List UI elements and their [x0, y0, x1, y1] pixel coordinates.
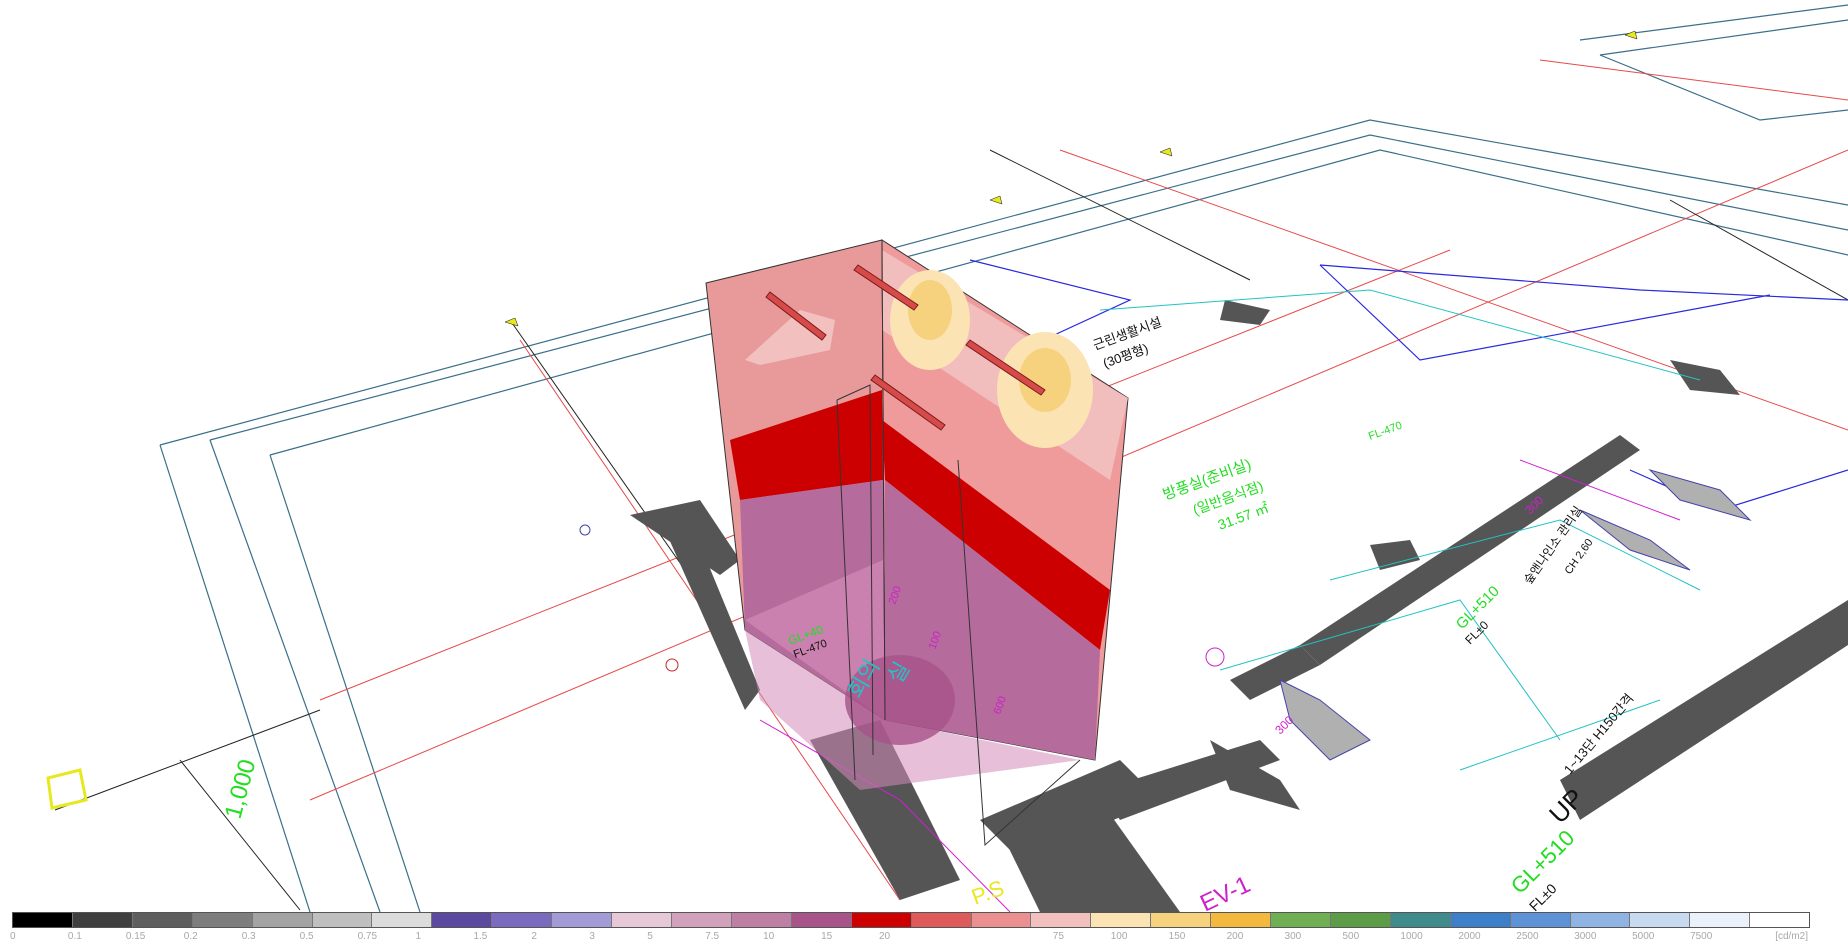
legend-tick: 7.5 — [705, 931, 720, 942]
ev-label: EV-1 — [1196, 871, 1255, 912]
legend-tick: 100 — [1110, 931, 1128, 942]
legend-tick: 0.15 — [125, 931, 146, 942]
legend-tick: 1.5 — [473, 931, 488, 942]
legend-swatch — [1091, 913, 1152, 927]
legend-unit: [cd/m2] — [1775, 931, 1808, 942]
legend-tick: 200 — [1226, 931, 1244, 942]
legend-tick: 0.5 — [299, 931, 314, 942]
legend-swatch — [911, 913, 972, 927]
legend-tick: 5 — [647, 931, 653, 942]
legend-swatch — [851, 913, 912, 927]
legend-tick: 0.2 — [183, 931, 198, 942]
legend-color-bar — [12, 912, 1810, 928]
legend-swatch — [1330, 913, 1391, 927]
legend-tick: 75 — [1052, 931, 1064, 942]
legend-swatch — [1510, 913, 1571, 927]
cad-scene: 방풍실(준비실) (일반음식점) 31.57 ㎡ 회의 실 숲앤나인소 관리실 … — [46, 4, 1848, 912]
render-viewport[interactable]: 방풍실(준비실) (일반음식점) 31.57 ㎡ 회의 실 숲앤나인소 관리실 … — [0, 0, 1848, 952]
legend-swatch — [1151, 913, 1212, 927]
yellow-mark — [46, 768, 88, 810]
legend-swatch — [971, 913, 1032, 927]
legend-swatch — [492, 913, 553, 927]
level-fl470b: FL-470 — [1367, 420, 1404, 443]
legend-tick: 2500 — [1516, 931, 1539, 942]
legend-swatch — [671, 913, 732, 927]
legend-swatch — [372, 913, 433, 927]
legend-swatch — [1450, 913, 1511, 927]
legend-swatch — [1630, 913, 1691, 927]
legend-tick: 7500 — [1690, 931, 1713, 942]
legend-swatch — [1031, 913, 1092, 927]
legend-swatch — [1390, 913, 1451, 927]
legend-tick: 0.1 — [67, 931, 82, 942]
legend-tick: 5000 — [1632, 931, 1655, 942]
legend-swatch — [132, 913, 193, 927]
legend-tick: 300 — [1284, 931, 1302, 942]
legend-swatch — [432, 913, 493, 927]
legend-tick: 3 — [589, 931, 595, 942]
dim-1000: 1,000 — [220, 757, 262, 822]
legend-tick: 10 — [763, 931, 775, 942]
legend-swatch — [252, 913, 313, 927]
legend-swatch — [192, 913, 253, 927]
legend-tick: 0.3 — [241, 931, 256, 942]
ps-label: P.S — [968, 875, 1007, 910]
legend-swatch — [1570, 913, 1631, 927]
legend-tick: 1000 — [1400, 931, 1423, 942]
legend-swatch — [552, 913, 613, 927]
legend-swatch — [791, 913, 852, 927]
legend-swatch — [1211, 913, 1272, 927]
legend-tick: 50 — [994, 931, 1006, 942]
legend-tick: 500 — [1342, 931, 1360, 942]
legend-tick-labels: 0 0.1 0.15 0.2 0.3 0.5 0.75 1 1.5 2 3 5 7.5 10 15 20 30 5… — [10, 931, 1810, 947]
legend-tick: 150 — [1168, 931, 1186, 942]
legend-swatch — [1750, 913, 1810, 927]
legend-tick: 2 — [531, 931, 537, 942]
legend-swatch — [312, 913, 373, 927]
room3-ch: CH 2,60 — [1563, 537, 1596, 577]
legend-swatch — [731, 913, 792, 927]
legend-swatch — [612, 913, 672, 927]
legend-tick: 0 — [10, 931, 16, 942]
legend-tick: 20 — [879, 931, 891, 942]
legend-swatch — [13, 913, 73, 927]
luminance-legend: 0 0.1 0.15 0.2 0.3 0.5 0.75 1 1.5 2 3 5 7.5 10 15 20 30 5… — [10, 912, 1810, 952]
legend-tick: 15 — [821, 931, 833, 942]
legend-swatch — [72, 913, 133, 927]
legend-tick: 2000 — [1458, 931, 1481, 942]
legend-swatch — [1690, 913, 1751, 927]
legend-tick: 3000 — [1574, 931, 1597, 942]
legend-tick: 30 — [936, 931, 949, 942]
legend-tick: 0.75 — [357, 931, 378, 942]
legend-tick: 1 — [415, 931, 422, 942]
legend-swatch — [1271, 913, 1331, 927]
section-markers — [504, 30, 1638, 327]
